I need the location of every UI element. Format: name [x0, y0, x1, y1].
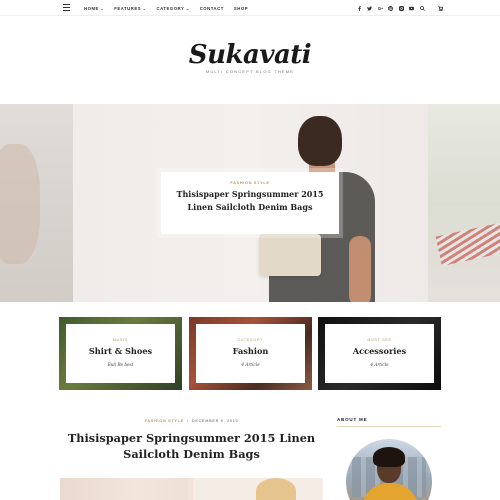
- instagram-icon[interactable]: [396, 0, 407, 16]
- nav-item-label: Contact: [199, 5, 224, 11]
- post-title[interactable]: Thisispaper Springsummer 2015 Linen Sail…: [60, 430, 323, 462]
- search-icon[interactable]: [417, 0, 428, 16]
- category-box-accessories[interactable]: Must See Accessories 4 Article: [318, 317, 441, 390]
- previous-slide-image[interactable]: [0, 104, 73, 302]
- category-name: Shirt & Shoes: [88, 346, 153, 356]
- hero-title-line: Thisispaper Springsummer 2015: [176, 189, 324, 199]
- category-label: Category: [237, 338, 264, 342]
- category-name: Accessories: [352, 346, 407, 356]
- post-date: December 9, 2015: [191, 419, 239, 423]
- nav-item-label: Category: [156, 5, 185, 11]
- nav-item-shop[interactable]: Shop: [234, 6, 248, 11]
- nav-item-label: Shop: [233, 5, 249, 11]
- category-count: 4 Article: [370, 362, 389, 367]
- category-box-shirt-shoes[interactable]: Music Shirt & Shoes Bull Be best: [59, 317, 182, 390]
- hero-caption-card[interactable]: Fashion Style Thisispaper Springsummer 2…: [161, 172, 339, 234]
- facebook-icon[interactable]: [354, 0, 365, 16]
- nav-item-home[interactable]: Home ⌄: [84, 6, 104, 11]
- hero-category[interactable]: Fashion Style: [161, 181, 339, 185]
- nav-item-label: Features: [114, 5, 142, 11]
- next-slide-image[interactable]: [428, 104, 500, 302]
- chevron-down-icon: ⌄: [185, 5, 190, 11]
- hero-title[interactable]: Thisispaper Springsummer 2015 Linen Sail…: [161, 188, 339, 214]
- pinterest-icon[interactable]: [386, 0, 397, 16]
- social-links: [354, 0, 446, 16]
- twitter-icon[interactable]: [365, 0, 376, 16]
- category-name: Fashion: [232, 346, 269, 356]
- cart-icon[interactable]: [436, 0, 447, 16]
- google-plus-icon[interactable]: [375, 0, 386, 16]
- logo-tagline: Multi Concept Blog Theme: [205, 69, 295, 74]
- category-label: Music: [112, 338, 129, 342]
- nav-item-label: Home: [84, 5, 99, 11]
- heading-divider: [337, 426, 441, 427]
- hero-title-line: Linen Sailcloth Denim Bags: [187, 202, 313, 212]
- chevron-down-icon: ⌄: [100, 5, 105, 11]
- post-category[interactable]: Fashion Style: [145, 419, 184, 423]
- post-meta: Fashion Style • December 9, 2015: [60, 419, 323, 423]
- category-count: 4 Article: [241, 362, 260, 367]
- category-count: Bull Be best: [107, 362, 134, 367]
- hamburger-menu-icon[interactable]: [63, 4, 70, 11]
- main-menu: Home ⌄ Features ⌄ Category ⌄ Contact Sho…: [84, 0, 258, 16]
- category-card: Category Fashion 4 Article: [196, 324, 305, 383]
- chevron-down-icon: ⌄: [142, 5, 147, 11]
- youtube-icon[interactable]: [407, 0, 418, 16]
- top-navigation-bar: Home ⌄ Features ⌄ Category ⌄ Contact Sho…: [0, 0, 500, 16]
- author-avatar: [346, 439, 432, 500]
- nav-item-contact[interactable]: Contact: [200, 6, 224, 11]
- category-box-fashion[interactable]: Category Fashion 4 Article: [189, 317, 312, 390]
- post-featured-image[interactable]: [60, 478, 323, 500]
- category-label: Must See: [367, 338, 392, 342]
- logo-wordmark: Sukavati: [188, 40, 312, 70]
- about-me-heading: About Me: [337, 417, 368, 422]
- meta-separator: •: [186, 419, 189, 423]
- nav-item-features[interactable]: Features ⌄: [114, 6, 146, 11]
- category-card: Must See Accessories 4 Article: [325, 324, 434, 383]
- category-card: Music Shirt & Shoes Bull Be best: [66, 324, 175, 383]
- nav-item-category[interactable]: Category ⌄: [156, 6, 189, 11]
- category-boxes: Music Shirt & Shoes Bull Be best Categor…: [59, 317, 441, 391]
- site-logo[interactable]: Sukavati Multi Concept Blog Theme: [0, 40, 500, 74]
